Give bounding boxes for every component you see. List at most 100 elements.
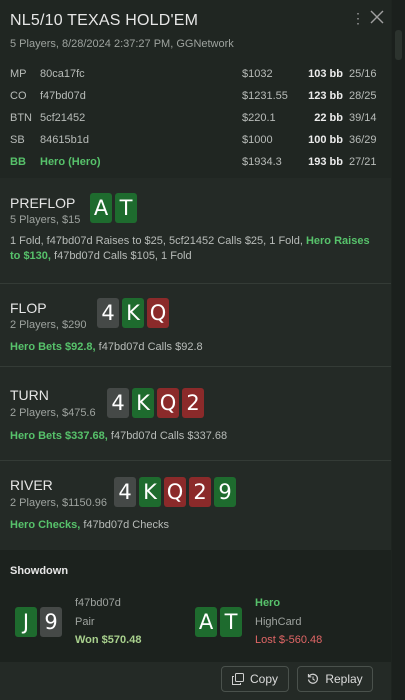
hero-cards: A T [195, 607, 242, 637]
playing-card: T [115, 193, 137, 223]
close-icon[interactable] [370, 10, 386, 26]
player-name: 80ca17fc [40, 68, 85, 80]
street-river: RIVER 2 Players, $1150.96 4 K Q 2 9 Hero… [0, 460, 391, 551]
street-turn: TURN 2 Players, $475.6 4 K Q 2 Hero Bets… [0, 366, 391, 461]
hole-cards: A T [90, 193, 137, 223]
player-stats: 25/16 [349, 68, 377, 80]
playing-card: A [90, 193, 112, 223]
player-position: CO [10, 90, 27, 102]
playing-card: K [122, 298, 144, 328]
showdown-title: Showdown [10, 565, 69, 577]
players-table: MP 80ca17fc $1032 103 bb 25/16 CO f47bd0… [10, 64, 382, 174]
showdown-section: Showdown J 9 f47bd07d Pair Won $570.48 A… [0, 550, 391, 662]
player-position: SB [10, 134, 25, 146]
street-actions: 1 Fold, f47bd07d Raises to $25, 5cf21452… [10, 234, 382, 264]
replay-label: Replay [325, 672, 363, 686]
hero-name: Hero [255, 597, 281, 609]
player-position: BTN [10, 112, 32, 124]
player-row-hero: BB Hero (Hero) $1934.3 193 bb 27/21 [10, 152, 382, 174]
street-name: TURN [10, 387, 49, 403]
street-actions: Hero Checks, f47bd07d Checks [10, 518, 382, 533]
villain-cards: J 9 [15, 607, 62, 637]
playing-card: 2 [182, 388, 204, 418]
replay-button[interactable]: Replay [297, 666, 373, 692]
street-actions: Hero Bets $337.68, f47bd07d Calls $337.6… [10, 429, 382, 444]
copy-button[interactable]: Copy [221, 666, 289, 692]
player-name: 84615b1d [40, 134, 89, 146]
player-stack: $1231.55 [242, 90, 288, 102]
player-stack-bb: 22 bb [314, 112, 343, 124]
hero-action-text: Hero Checks, [10, 519, 81, 531]
hero-result: Lost $-560.48 [255, 634, 323, 646]
street-info: 2 Players, $475.6 [10, 407, 96, 419]
copy-icon [231, 673, 244, 685]
street-actions: Hero Bets $92.8, f47bd07d Calls $92.8 [10, 340, 382, 355]
player-position: MP [10, 68, 27, 80]
street-name: FLOP [10, 300, 47, 316]
playing-card: J [15, 607, 37, 637]
footer-toolbar: Copy Replay [0, 662, 391, 700]
street-info: 5 Players, $15 [10, 214, 81, 226]
player-name: Hero (Hero) [40, 156, 101, 168]
street-info: 2 Players, $1150.96 [10, 497, 108, 509]
copy-label: Copy [249, 672, 278, 686]
playing-card: 4 [97, 298, 119, 328]
player-stack-bb: 103 bb [308, 68, 343, 80]
player-stats: 39/14 [349, 112, 377, 124]
villain-result: Won $570.48 [75, 634, 142, 646]
hero-action-text: Hero Bets $92.8, [10, 341, 96, 353]
player-row: CO f47bd07d $1231.55 123 bb 28/25 [10, 86, 382, 108]
street-preflop: PREFLOP 5 Players, $15 A T 1 Fold, f47bd… [0, 178, 391, 283]
playing-card: Q [147, 298, 169, 328]
playing-card: 4 [107, 388, 129, 418]
scrollbar-thumb[interactable] [395, 30, 402, 60]
villain-name: f47bd07d [75, 597, 121, 609]
street-name: RIVER [10, 477, 53, 493]
playing-card: 9 [40, 607, 62, 637]
action-text: f47bd07d Calls $337.68 [107, 430, 228, 442]
street-info: 2 Players, $290 [10, 319, 87, 331]
player-name: 5cf21452 [40, 112, 86, 124]
hand-subtitle: 5 Players, 8/28/2024 2:37:27 PM, GGNetwo… [10, 38, 234, 50]
player-stack-bb: 193 bb [308, 156, 343, 168]
playing-card: K [132, 388, 154, 418]
player-stack-bb: 123 bb [308, 90, 343, 102]
playing-card: 9 [214, 477, 236, 507]
board-cards: 4 K Q [97, 298, 169, 328]
player-row: BTN 5cf21452 $220.1 22 bb 39/14 [10, 108, 382, 130]
player-row: SB 84615b1d $1000 100 bb 36/29 [10, 130, 382, 152]
player-name: f47bd07d [40, 90, 86, 102]
replay-icon [307, 673, 319, 685]
kebab-menu-icon[interactable]: ⋮ [351, 10, 365, 26]
board-cards: 4 K Q 2 9 [114, 477, 236, 507]
player-stack: $1000 [242, 134, 273, 146]
villain-hand-rank: Pair [75, 616, 95, 628]
playing-card: K [139, 477, 161, 507]
playing-card: T [220, 607, 242, 637]
street-flop: FLOP 2 Players, $290 4 K Q Hero Bets $92… [0, 283, 391, 367]
action-text: f47bd07d Calls $105, 1 Fold [50, 250, 192, 262]
player-stats: 36/29 [349, 134, 377, 146]
player-stack: $1032 [242, 68, 273, 80]
hero-hand-rank: HighCard [255, 616, 302, 628]
board-cards: 4 K Q 2 [107, 388, 204, 418]
playing-card: Q [164, 477, 186, 507]
action-text: 1 Fold, f47bd07d Raises to $25, 5cf21452… [10, 235, 306, 247]
player-stats: 28/25 [349, 90, 377, 102]
player-stack: $1934.3 [242, 156, 282, 168]
hand-header: NL5/10 TEXAS HOLD'EM 5 Players, 8/28/202… [0, 0, 391, 178]
hero-action-text: Hero Bets $337.68, [10, 430, 108, 442]
player-position: BB [10, 156, 26, 168]
playing-card: 4 [114, 477, 136, 507]
action-text: f47bd07d Calls $92.8 [95, 341, 203, 353]
player-row: MP 80ca17fc $1032 103 bb 25/16 [10, 64, 382, 86]
scrollbar[interactable] [392, 0, 405, 700]
playing-card: 2 [189, 477, 211, 507]
playing-card: A [195, 607, 217, 637]
player-stack: $220.1 [242, 112, 276, 124]
street-name: PREFLOP [10, 195, 76, 211]
playing-card: Q [157, 388, 179, 418]
hand-history-panel: NL5/10 TEXAS HOLD'EM 5 Players, 8/28/202… [0, 0, 391, 700]
page-title: NL5/10 TEXAS HOLD'EM [10, 12, 199, 29]
player-stats: 27/21 [349, 156, 377, 168]
